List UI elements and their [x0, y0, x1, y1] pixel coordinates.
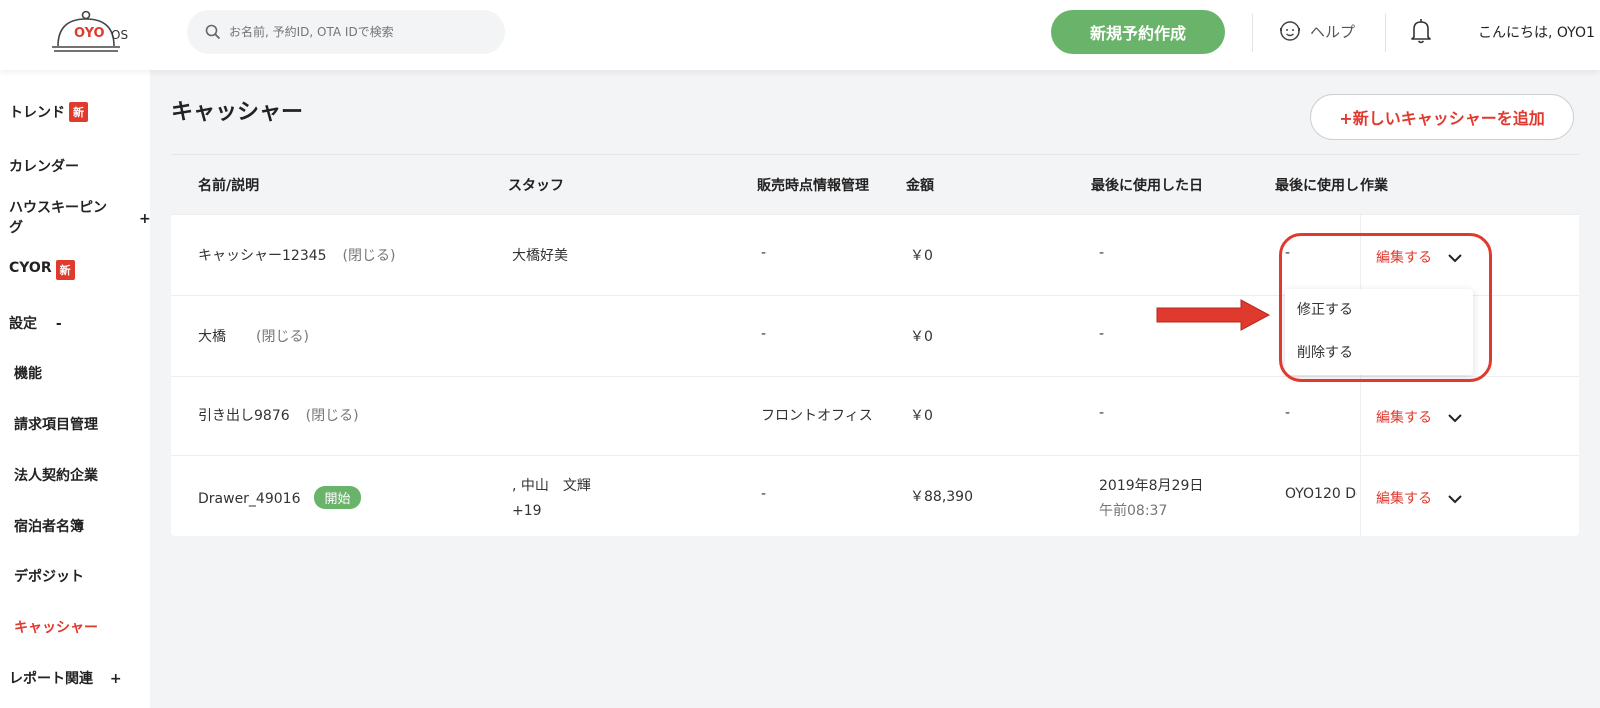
sidebar-item-settings[interactable]: 設定 - — [9, 313, 62, 333]
search-bar[interactable] — [187, 10, 505, 54]
last-used-value: OYO120 De — [1285, 486, 1357, 502]
top-bar: OYO OS 新規予約作成 ヘルプ こんにちは, OYO1 — [0, 0, 1600, 70]
sidebar-item-cashier[interactable]: キャッシャー — [14, 617, 98, 637]
sidebar-item-trend[interactable]: トレンド新 — [9, 102, 88, 122]
column-header-last-used-date: 最後に使用した日 — [1091, 178, 1203, 194]
sidebar-item-cyor[interactable]: CYOR 新 — [9, 260, 75, 280]
sidebar-item-label: トレンド — [9, 105, 65, 121]
chevron-down-icon[interactable] — [1448, 413, 1463, 423]
divider — [1252, 14, 1253, 52]
amount-value: ￥0 — [910, 329, 933, 345]
menu-item-modify[interactable]: 修正する — [1297, 299, 1353, 319]
menu-item-delete[interactable]: 削除する — [1297, 342, 1353, 362]
cashier-name: キャッシャー12345 (閉じる) — [198, 248, 396, 264]
expand-housekeeping-toggle[interactable]: + — [139, 211, 151, 227]
cashier-name: 引き出し9876 (閉じる) — [198, 408, 359, 424]
amount-value: ￥88,390 — [910, 489, 973, 505]
user-greeting[interactable]: こんにちは, OYO1 — [1478, 22, 1600, 42]
sidebar-item-calendar[interactable]: カレンダー — [9, 156, 79, 176]
column-header-action: 作業 — [1360, 178, 1388, 194]
staff-name: , 中山 文輝 +19 — [512, 478, 591, 519]
last-used-value: - — [1285, 405, 1291, 421]
sidebar-item-housekeeping[interactable]: ハウスキーピン グ — [9, 198, 107, 238]
table-row: Drawer_49016 開始 , 中山 文輝 +19 - ￥88,390 201… — [171, 455, 1579, 536]
pos-value: - — [761, 326, 767, 342]
expand-reports-toggle[interactable]: + — [110, 671, 122, 687]
chevron-down-icon[interactable] — [1448, 494, 1463, 504]
edit-action-menu[interactable]: 編集する — [1376, 247, 1463, 267]
page-title: キャッシャー — [171, 100, 304, 125]
last-used-date: - — [1099, 245, 1105, 261]
action-dropdown-menu: 修正する 削除する — [1285, 289, 1473, 375]
sidebar-item-guest-registry[interactable]: 宿泊者名簿 — [14, 516, 84, 536]
status-badge: 開始 — [314, 486, 361, 509]
sidebar: トレンド新 カレンダー ハウスキーピン グ + CYOR 新 設定 - 機能 請求… — [0, 70, 151, 708]
notifications-button[interactable] — [1410, 18, 1432, 48]
sidebar-item-billing-items[interactable]: 請求項目管理 — [14, 414, 98, 434]
support-icon — [1280, 21, 1300, 41]
sidebar-item-corporate-clients[interactable]: 法人契約企業 — [14, 465, 98, 485]
edit-action-menu[interactable]: 編集する — [1376, 488, 1463, 508]
search-input[interactable] — [229, 25, 489, 39]
logo-brand: OYO — [74, 26, 105, 41]
divider — [1385, 14, 1386, 52]
amount-value: ￥0 — [910, 248, 933, 264]
new-badge: 新 — [55, 260, 75, 280]
column-header-name: 名前/説明 — [198, 178, 260, 194]
table-row: キャッシャー12345 (閉じる) 大橋好美 - ￥0 - - 編集する — [171, 214, 1579, 295]
sidebar-item-label: CYOR — [9, 260, 52, 276]
column-header-last-used: 最後に使用し — [1275, 178, 1359, 194]
arrow-right-icon — [1156, 299, 1271, 331]
edit-link[interactable]: 編集する — [1376, 250, 1432, 266]
last-used-date: - — [1099, 326, 1105, 342]
cashier-name: Drawer_49016 開始 — [198, 486, 361, 509]
pos-value: - — [761, 486, 767, 502]
help-link[interactable]: ヘルプ — [1278, 20, 1355, 42]
column-header-pos: 販売時点情報管理 — [757, 178, 869, 194]
edit-action-menu[interactable]: 編集する — [1376, 407, 1463, 427]
edit-link[interactable]: 編集する — [1376, 410, 1432, 426]
staff-name: 大橋好美 — [512, 248, 568, 264]
sidebar-item-label: 設定 — [9, 316, 37, 332]
sidebar-item-label: ハウスキーピン — [9, 200, 107, 216]
pos-value: フロントオフィス — [761, 408, 873, 424]
sidebar-item-label: レポート関連 — [9, 671, 93, 687]
sidebar-item-label-cont: グ — [9, 220, 23, 236]
cashier-name: 大橋 (閉じる) — [198, 329, 309, 345]
table-header: 名前/説明 スタッフ 販売時点情報管理 金額 最後に使用した日 最後に使用し 作… — [171, 154, 1579, 214]
sidebar-item-deposit[interactable]: デポジット — [14, 566, 84, 586]
add-cashier-button[interactable]: +新しいキャッシャーを追加 — [1310, 94, 1574, 140]
search-icon — [205, 24, 221, 40]
collapse-settings-toggle[interactable]: - — [56, 316, 62, 332]
last-used-date: - — [1099, 405, 1105, 421]
column-header-staff: スタッフ — [508, 178, 564, 194]
pos-value: - — [761, 245, 767, 261]
edit-link[interactable]: 編集する — [1376, 491, 1432, 507]
new-badge: 新 — [69, 102, 88, 122]
amount-value: ￥0 — [910, 408, 933, 424]
sidebar-item-reports[interactable]: レポート関連 + — [9, 668, 122, 688]
bell-icon — [1411, 19, 1431, 44]
help-label: ヘルプ — [1310, 22, 1356, 41]
last-used-value: - — [1285, 245, 1291, 261]
last-used-date: 2019年8月29日 午前08:37 — [1099, 478, 1204, 519]
new-reservation-button[interactable]: 新規予約作成 — [1051, 10, 1225, 54]
chevron-down-icon[interactable] — [1448, 253, 1463, 263]
sidebar-item-features[interactable]: 機能 — [14, 363, 42, 383]
logo-suffix: OS — [111, 28, 129, 42]
table-row: 引き出し9876 (閉じる) フロントオフィス ￥0 - - 編集する — [171, 376, 1579, 455]
column-header-amount: 金額 — [906, 178, 934, 194]
